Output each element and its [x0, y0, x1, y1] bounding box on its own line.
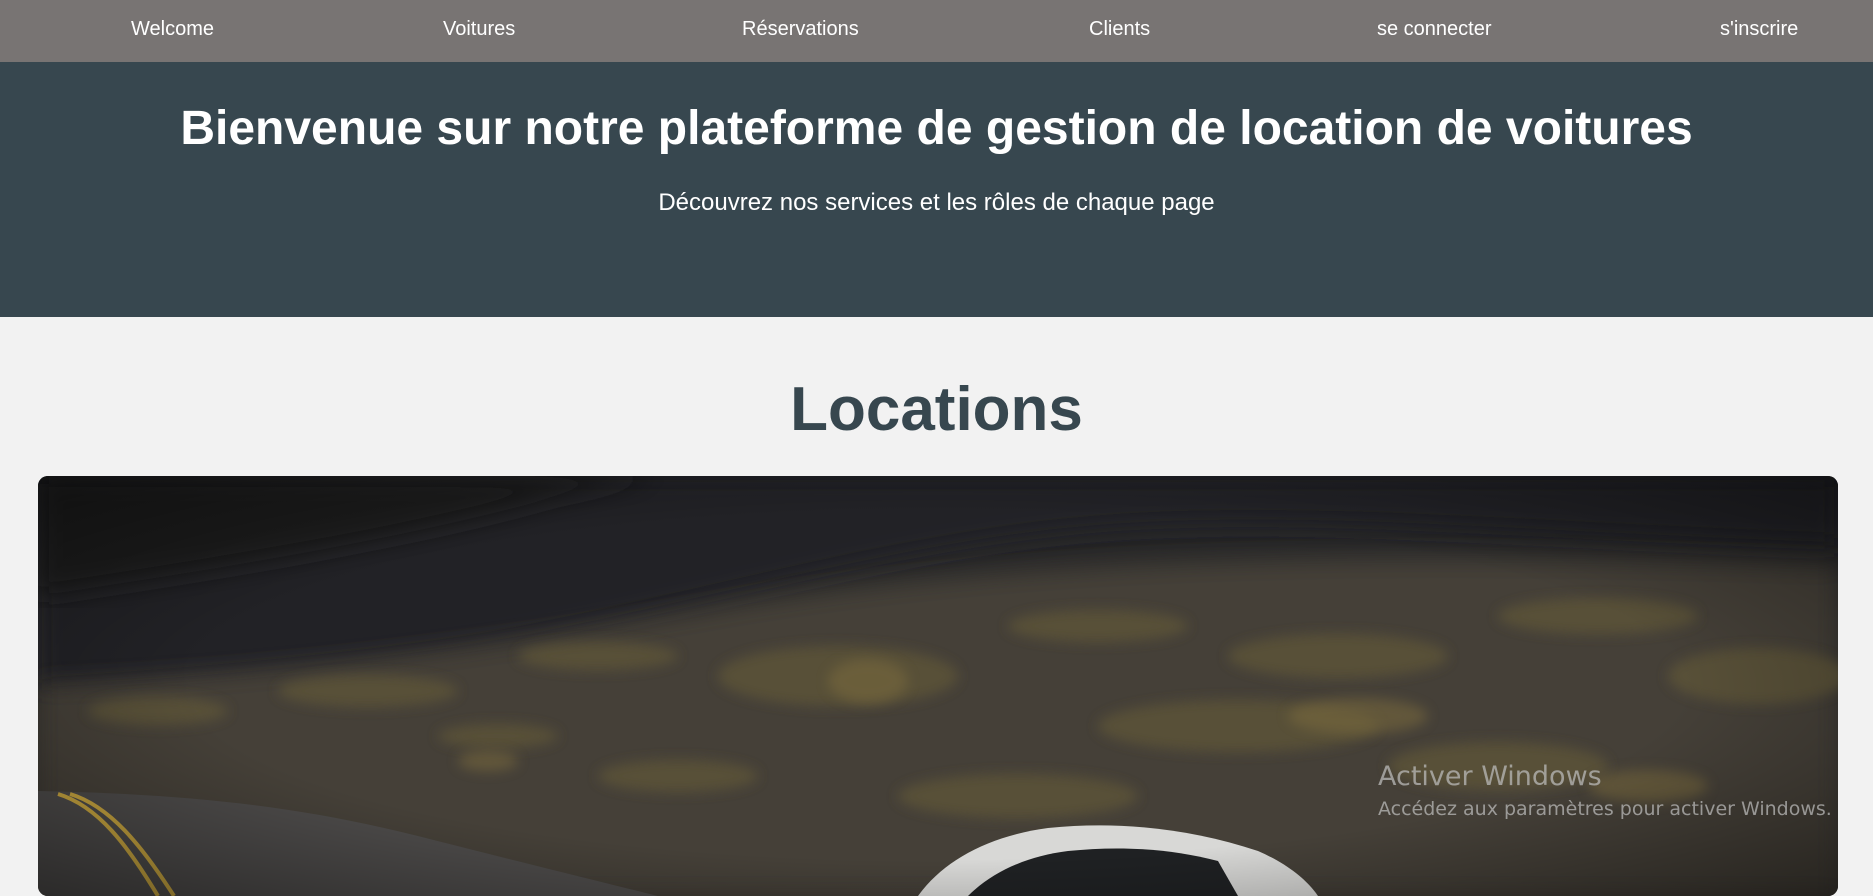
hero-subtitle: Découvrez nos services et les rôles de c…: [658, 189, 1215, 216]
top-navbar: Welcome Voitures Réservations Clients se…: [0, 0, 1873, 62]
watermark-title: Activer Windows: [1378, 761, 1602, 792]
locations-title: Locations: [790, 375, 1083, 444]
nav-link-voitures[interactable]: Voitures: [443, 0, 515, 58]
car-road-photo: [38, 476, 1838, 896]
locations-hero-image: [38, 476, 1838, 896]
nav-link-clients[interactable]: Clients: [1089, 0, 1150, 58]
nav-link-welcome[interactable]: Welcome: [131, 0, 214, 58]
nav-link-login[interactable]: se connecter: [1377, 0, 1492, 58]
hero-banner: Bienvenue sur notre plateforme de gestio…: [0, 62, 1873, 317]
watermark-subtitle: Accédez aux paramètres pour activer Wind…: [1378, 798, 1832, 820]
nav-link-signup[interactable]: s'inscrire: [1720, 0, 1798, 58]
hero-title: Bienvenue sur notre plateforme de gestio…: [180, 102, 1693, 155]
windows-activation-watermark: Activer Windows Accédez aux paramètres p…: [1378, 759, 1832, 823]
nav-link-reservations[interactable]: Réservations: [742, 0, 859, 58]
